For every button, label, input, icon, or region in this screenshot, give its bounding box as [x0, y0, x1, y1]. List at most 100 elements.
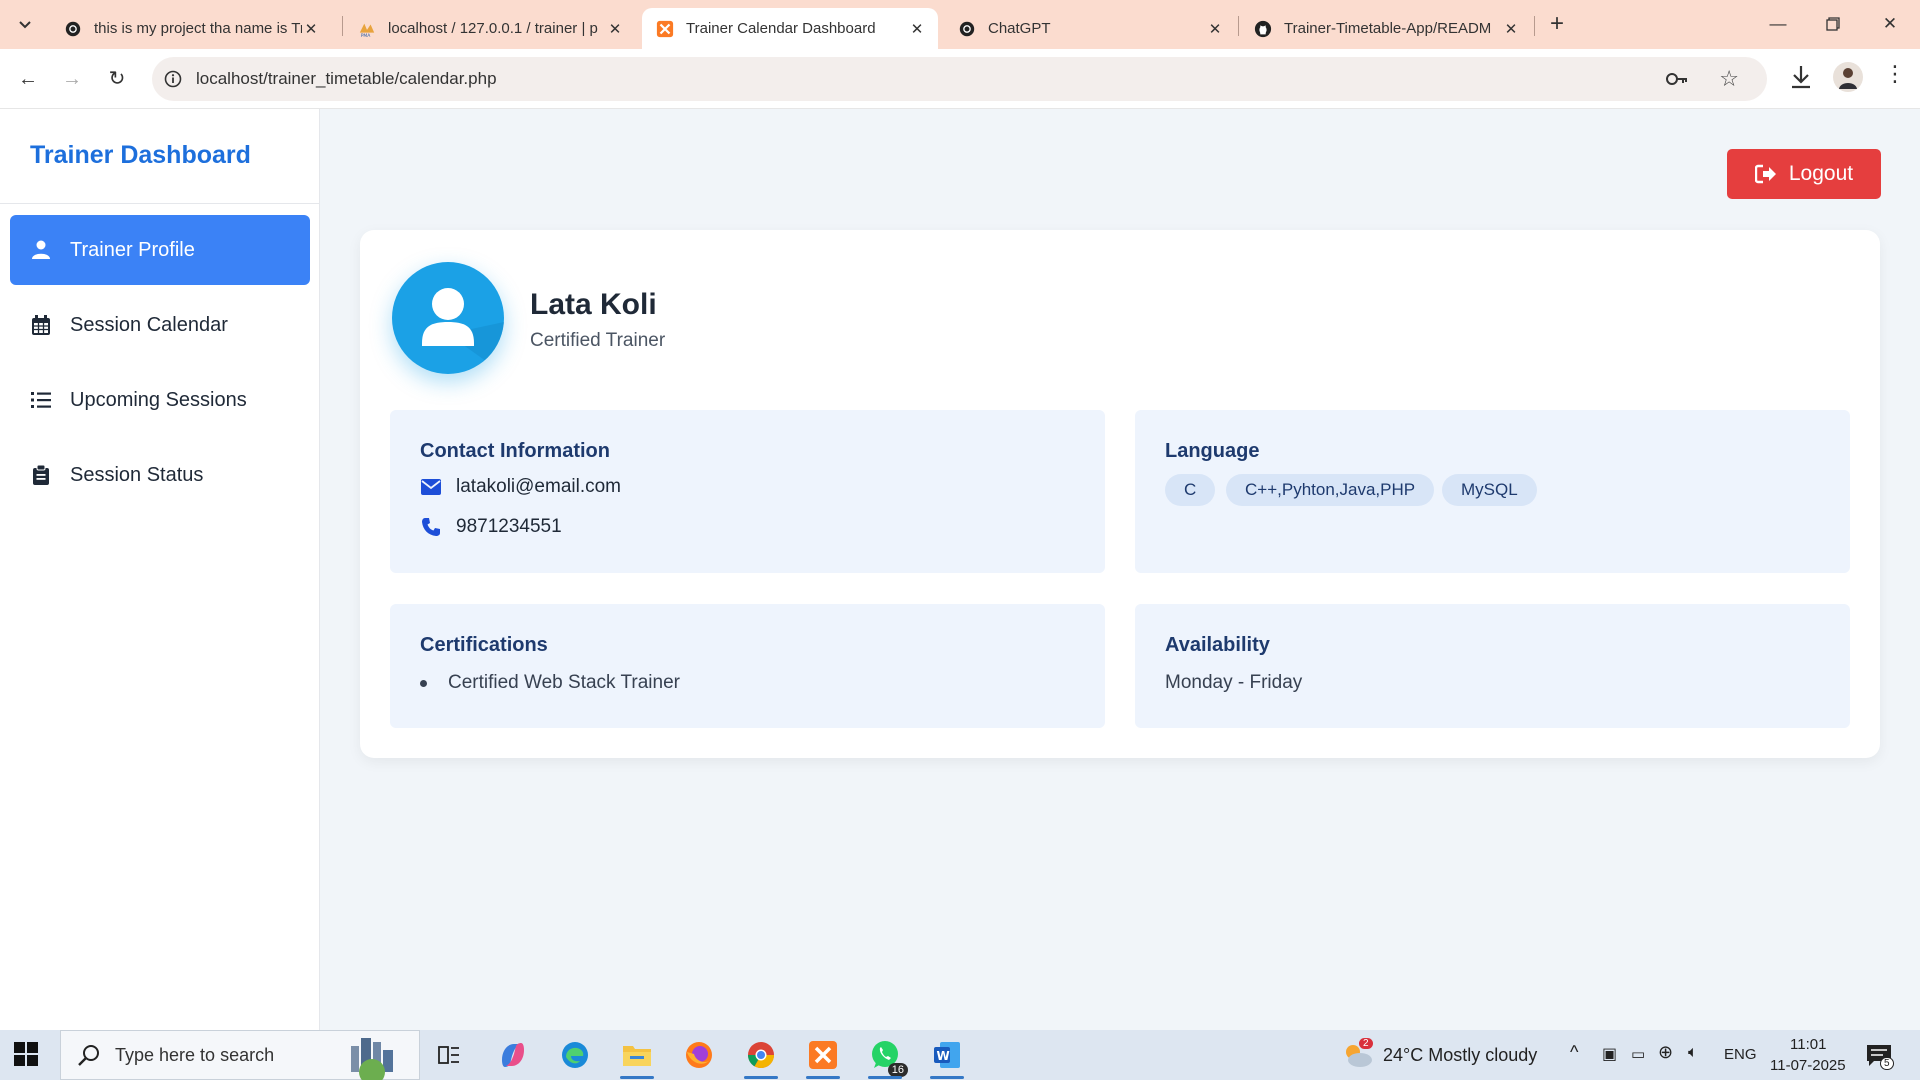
xampp-icon[interactable]: [802, 1035, 844, 1079]
back-button[interactable]: ←: [12, 63, 44, 95]
close-icon[interactable]: ✕: [1502, 20, 1520, 38]
chevron-down-icon: [19, 21, 31, 29]
weather-text[interactable]: 24°C Mostly cloudy: [1383, 1045, 1537, 1066]
password-key-icon[interactable]: [1665, 68, 1689, 95]
user-avatar-icon: [422, 288, 504, 374]
contact-title: Contact Information: [420, 440, 610, 462]
chatgpt-icon: [959, 21, 975, 36]
avatar: [392, 262, 504, 374]
sign-out-icon: [1754, 164, 1777, 184]
search-icon: [77, 1043, 101, 1067]
download-icon[interactable]: [1788, 63, 1814, 96]
sidebar-item-session-calendar[interactable]: Session Calendar: [10, 290, 310, 360]
speaker-icon[interactable]: 🔈︎: [1688, 1044, 1698, 1062]
user-icon: [30, 239, 52, 261]
sidebar-item-session-status[interactable]: Session Status: [10, 440, 310, 510]
svg-text:PMA: PMA: [361, 33, 372, 38]
phone-icon: [420, 517, 442, 537]
whatsapp-badge: 16: [887, 1063, 908, 1077]
arrow-right-icon: →: [62, 68, 82, 90]
restore-button[interactable]: [1813, 8, 1853, 40]
trainer-name: Lata Koli: [530, 288, 657, 321]
profile-card: Lata Koli Certified Trainer Contact Info…: [360, 230, 1880, 758]
profile-avatar[interactable]: [1832, 61, 1864, 98]
language-panel: Language C C++,Pyhton,Java,PHP MySQL: [1135, 410, 1850, 573]
sidebar-item-upcoming-sessions[interactable]: Upcoming Sessions: [10, 365, 310, 435]
reload-button[interactable]: ↻: [101, 63, 133, 95]
tab-title: this is my project tha name is Tr: [94, 20, 302, 37]
clock-time[interactable]: 11:01: [1790, 1036, 1826, 1053]
url-text[interactable]: localhost/trainer_timetable/calendar.php: [196, 69, 497, 89]
calendar-icon: [30, 314, 52, 336]
whatsapp-icon[interactable]: 16: [864, 1035, 908, 1079]
minimize-icon: —: [1769, 14, 1787, 33]
restore-icon: [1826, 17, 1840, 31]
browser-toolbar: ← → ↻ localhost/trainer_timetable/calend…: [0, 49, 1920, 109]
svg-text:W: W: [937, 1049, 950, 1063]
language-chip: C: [1165, 474, 1216, 506]
chrome-icon[interactable]: [740, 1035, 782, 1079]
certifications-title: Certifications: [420, 634, 548, 656]
close-icon[interactable]: ✕: [606, 20, 624, 38]
browser-tab-3[interactable]: Trainer Calendar Dashboard ✕: [642, 8, 938, 49]
site-info-icon[interactable]: [160, 66, 186, 92]
search-highlight-icon: [351, 1038, 393, 1080]
tab-title: ChatGPT: [988, 20, 1051, 37]
browser-tab-2[interactable]: PMA localhost / 127.0.0.1 / trainer | p …: [344, 8, 636, 49]
file-explorer-icon[interactable]: [616, 1035, 658, 1079]
brand-title[interactable]: Trainer Dashboard: [30, 141, 251, 170]
plus-icon: +: [1549, 10, 1564, 37]
bookmark-star-icon[interactable]: ☆: [1719, 66, 1739, 92]
logout-button[interactable]: Logout: [1727, 149, 1881, 199]
clock-date[interactable]: 11-07-2025: [1770, 1057, 1846, 1074]
minimize-button[interactable]: —: [1758, 8, 1798, 40]
notifications-badge: 5: [1880, 1057, 1894, 1070]
reload-icon: ↻: [108, 68, 126, 90]
close-icon[interactable]: ✕: [302, 20, 320, 38]
sidebar-item-trainer-profile[interactable]: Trainer Profile: [10, 215, 310, 285]
availability-title: Availability: [1165, 634, 1270, 656]
battery-icon[interactable]: ▭: [1631, 1045, 1645, 1063]
certifications-panel: Certifications Certified Web Stack Train…: [390, 604, 1105, 728]
envelope-icon: [420, 479, 442, 495]
globe-icon[interactable]: ⊕: [1658, 1042, 1673, 1063]
search-placeholder: Type here to search: [115, 1044, 275, 1065]
certification-text: Certified Web Stack Trainer: [448, 672, 680, 693]
taskbar-search-box[interactable]: Type here to search: [60, 1030, 420, 1080]
edge-browser-icon[interactable]: [554, 1035, 596, 1075]
trainer-role: Certified Trainer: [530, 330, 666, 351]
new-tab-button[interactable]: +: [1542, 10, 1572, 40]
task-view-icon[interactable]: [428, 1035, 470, 1075]
browser-tab-4[interactable]: ChatGPT ✕: [944, 8, 1236, 49]
browser-tab-1[interactable]: this is my project tha name is Tr ✕: [50, 8, 332, 49]
address-bar[interactable]: localhost/trainer_timetable/calendar.php…: [152, 57, 1767, 101]
sidebar-item-label: Trainer Profile: [70, 238, 195, 261]
email-value: latakoli@email.com: [456, 476, 622, 497]
windows-start-icon[interactable]: [14, 1042, 38, 1071]
xampp-icon: [656, 20, 674, 37]
firefox-icon[interactable]: [678, 1035, 720, 1075]
copilot-icon[interactable]: [492, 1035, 534, 1075]
language-chip: C++,Pyhton,Java,PHP: [1226, 474, 1435, 506]
browser-tab-strip: this is my project tha name is Tr ✕ PMA …: [0, 0, 1920, 49]
forward-button[interactable]: →: [56, 63, 88, 95]
input-language[interactable]: ENG: [1724, 1046, 1757, 1063]
word-icon[interactable]: W: [926, 1035, 968, 1079]
page-content: Trainer Dashboard Trainer Profile Sessio…: [0, 109, 1920, 1030]
close-icon[interactable]: ✕: [1206, 20, 1224, 38]
clipboard-icon: [30, 464, 52, 486]
chevron-up-icon[interactable]: ^: [1570, 1042, 1578, 1063]
close-window-button[interactable]: ✕: [1870, 8, 1910, 40]
close-icon[interactable]: ✕: [908, 20, 926, 38]
close-icon: ✕: [1882, 14, 1898, 33]
chatgpt-icon: [65, 21, 81, 36]
browser-menu-icon[interactable]: ⋮: [1884, 61, 1906, 87]
browser-tab-5[interactable]: Trainer-Timetable-App/READM ✕: [1240, 8, 1532, 49]
certification-item: Certified Web Stack Trainer: [420, 672, 680, 694]
meet-now-icon[interactable]: ▣: [1602, 1044, 1617, 1064]
tab-search-button[interactable]: [10, 10, 40, 40]
list-icon: [30, 389, 52, 411]
sidebar-item-label: Session Status: [70, 463, 204, 486]
language-title: Language: [1165, 440, 1260, 462]
language-chip: MySQL: [1442, 474, 1537, 506]
